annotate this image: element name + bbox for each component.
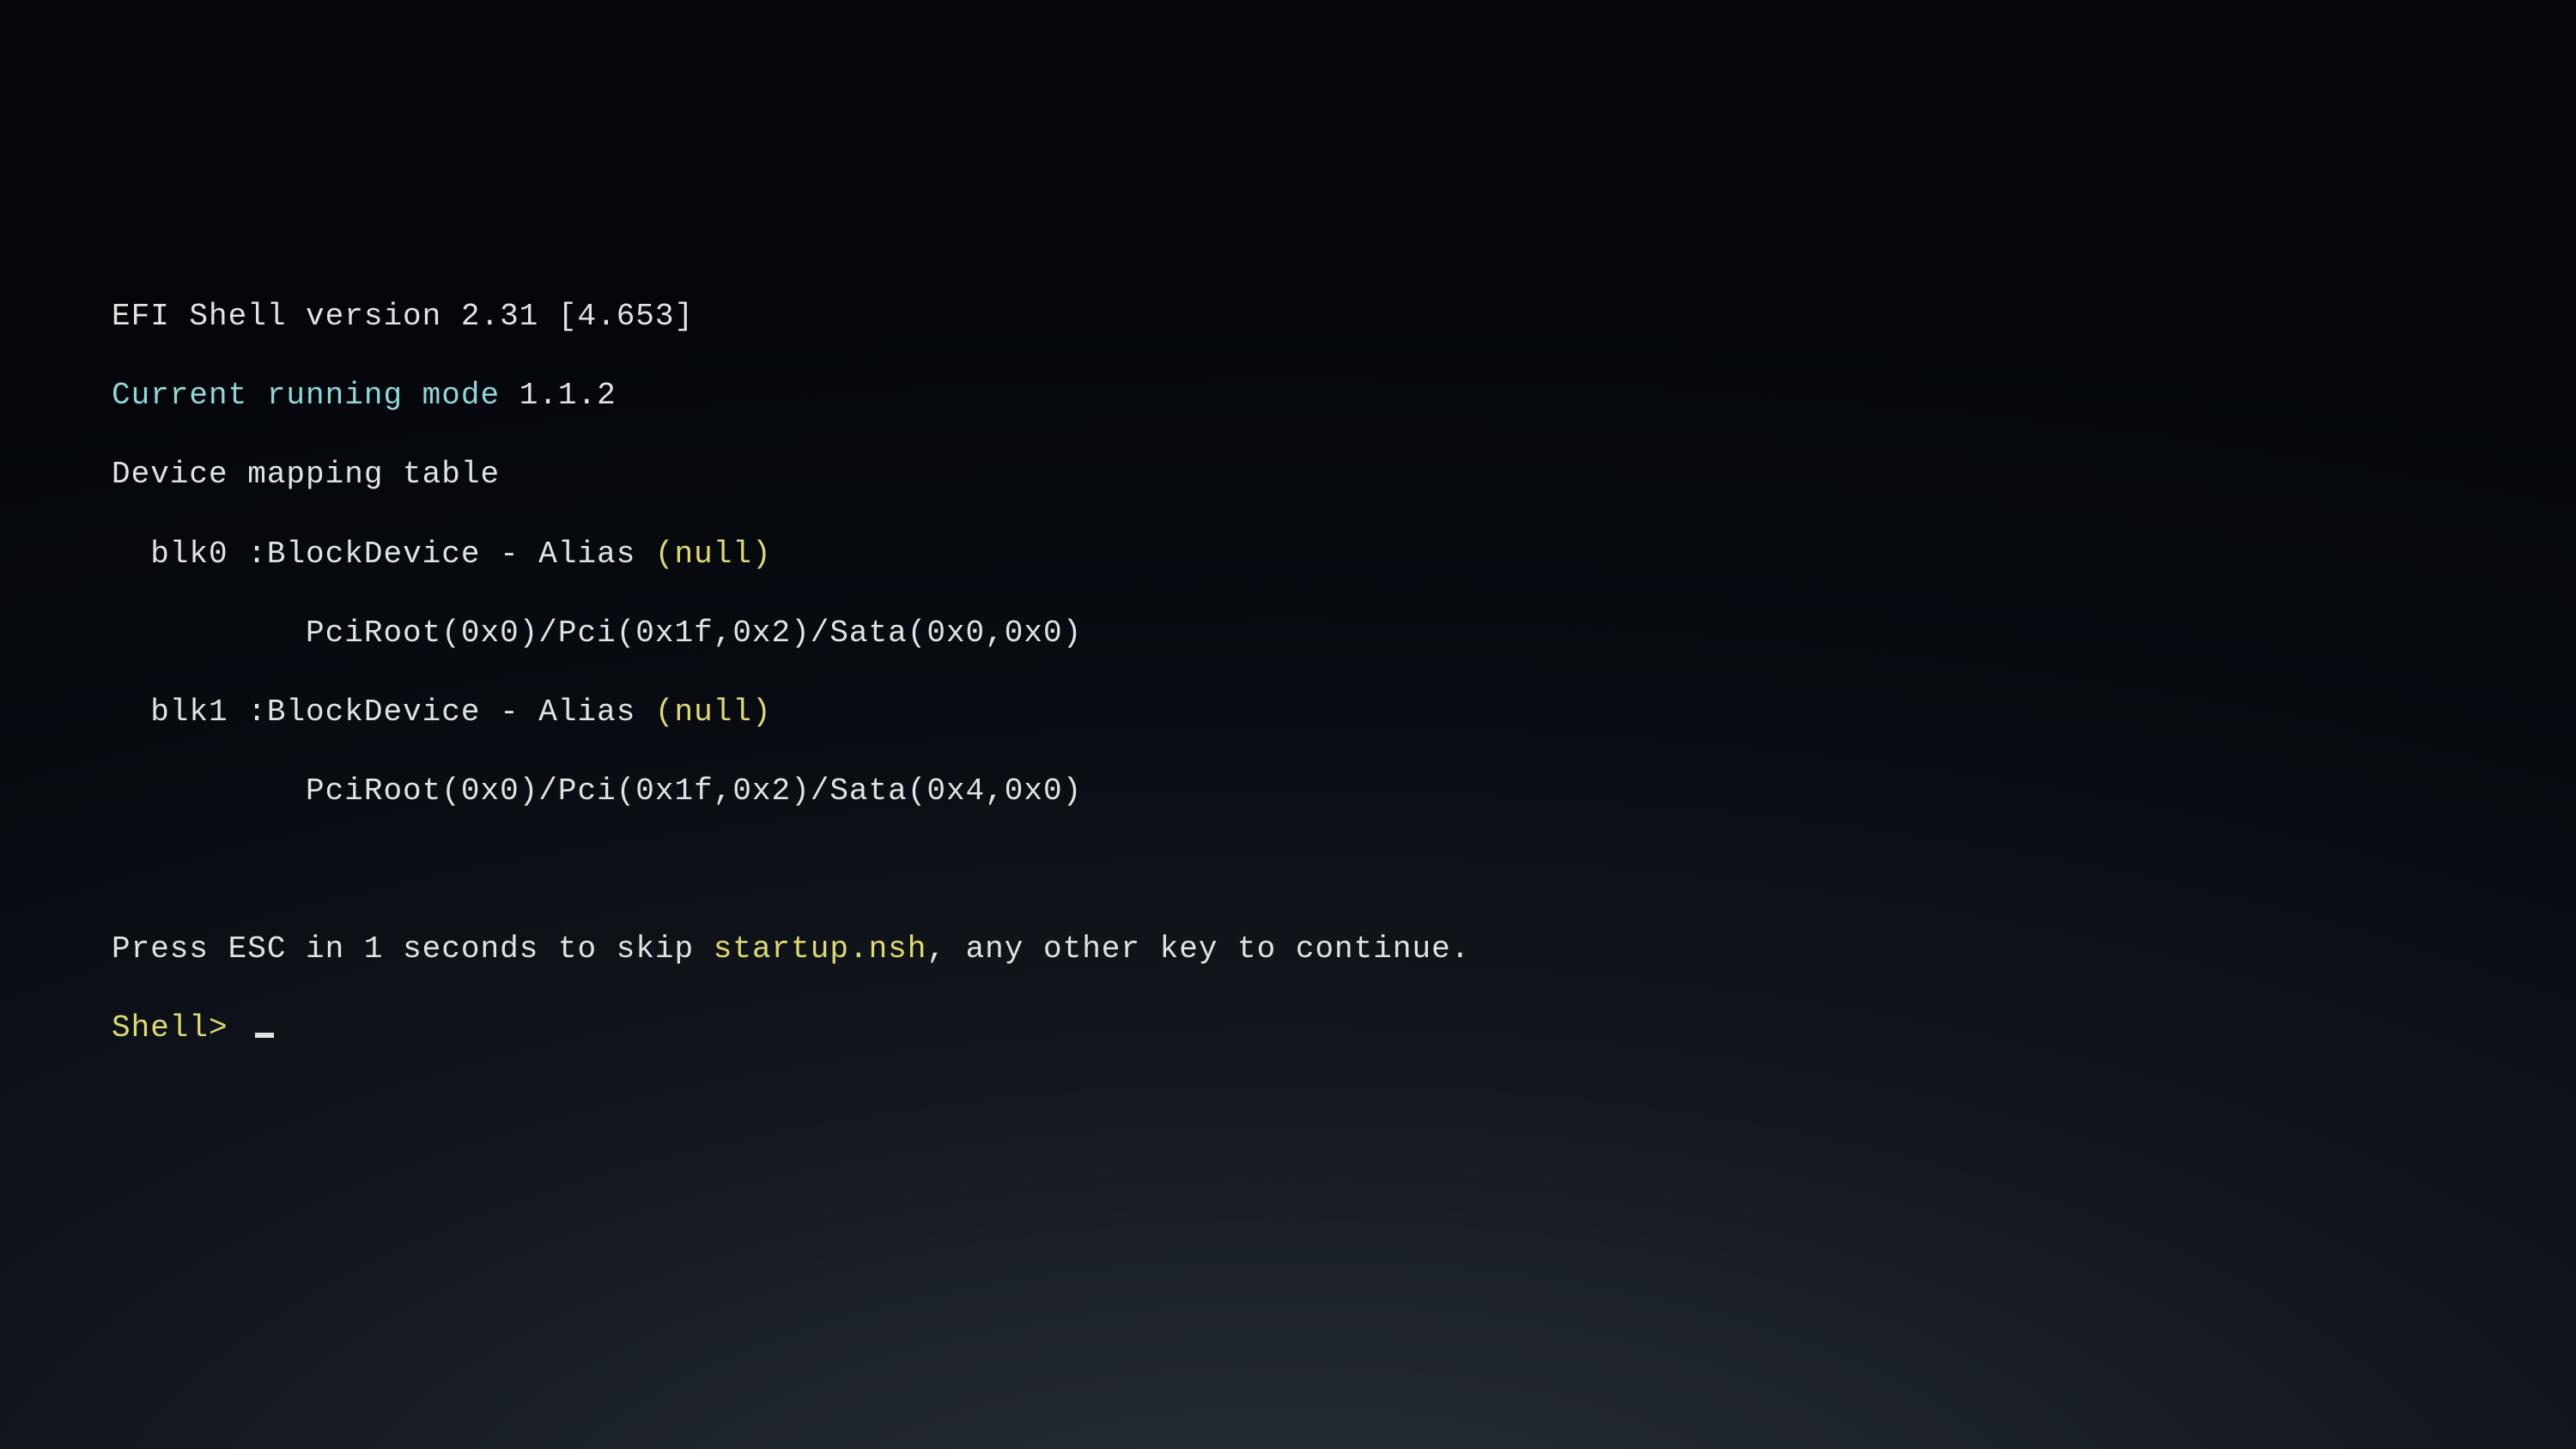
countdown-line: Press ESC in 1 seconds to skip startup.n… (112, 930, 2576, 969)
efi-shell-screen: EFI Shell version 2.31 [4.653] Current r… (0, 0, 2576, 1088)
device-table-header: Device mapping table (112, 455, 2576, 494)
device-row: blk0 :BlockDevice - Alias (null) (112, 535, 2576, 574)
device-alias-label: Alias (538, 537, 655, 572)
shell-prompt-line[interactable]: Shell> (112, 1009, 2576, 1048)
device-alias-value: (null) (655, 694, 772, 730)
device-alias-label: Alias (538, 694, 655, 730)
device-type: :BlockDevice - (247, 694, 538, 730)
device-path-text: PciRoot(0x0)/Pci(0x1f,0x2)/Sata(0x0,0x0) (112, 615, 1082, 651)
device-table-label: Device mapping table (112, 457, 500, 492)
countdown-suffix: , any other key to continue. (927, 931, 1470, 967)
blank-line (112, 851, 2576, 890)
shell-title-prefix: EFI Shell version (112, 299, 461, 334)
device-path: PciRoot(0x0)/Pci(0x1f,0x2)/Sata(0x0,0x0) (112, 614, 2576, 653)
shell-prompt-label: Shell> (112, 1010, 247, 1046)
shell-version: 2.31 [4.653] (461, 299, 694, 334)
startup-script-name: startup.nsh (714, 931, 927, 967)
device-type: :BlockDevice - (247, 537, 538, 572)
device-path: PciRoot(0x0)/Pci(0x1f,0x2)/Sata(0x4,0x0) (112, 772, 2576, 811)
countdown-seconds: 1 (364, 931, 384, 967)
running-mode-label: Current running mode (112, 378, 519, 413)
device-path-text: PciRoot(0x0)/Pci(0x1f,0x2)/Sata(0x4,0x0) (112, 773, 1082, 809)
countdown-prefix: Press ESC in (112, 931, 364, 967)
running-mode-value: 1.1.2 (519, 378, 617, 413)
device-name: blk1 (112, 694, 247, 730)
device-row: blk1 :BlockDevice - Alias (null) (112, 693, 2576, 732)
shell-header-line: EFI Shell version 2.31 [4.653] (112, 297, 2576, 336)
countdown-mid: seconds to skip (383, 931, 713, 967)
device-alias-value: (null) (655, 537, 772, 572)
device-name: blk0 (112, 537, 247, 572)
running-mode-line: Current running mode 1.1.2 (112, 376, 2576, 415)
cursor-icon (255, 1033, 274, 1038)
